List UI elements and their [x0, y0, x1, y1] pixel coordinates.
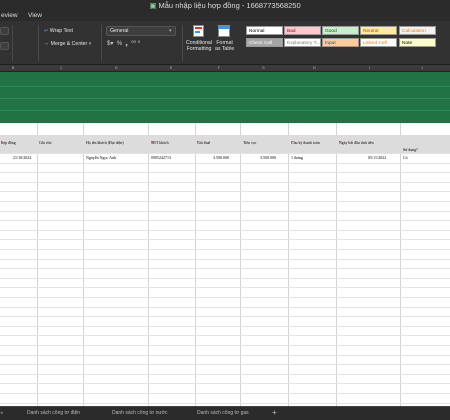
cell-style-good[interactable]: Good [322, 26, 359, 35]
header-banner [0, 72, 450, 123]
cell-style-calculation[interactable]: Calculation [399, 26, 436, 35]
cell-style-bad[interactable]: Bad [284, 26, 321, 35]
sheet-tab-bar: ◂ Danh sách công tơ điện Danh sách công … [0, 406, 450, 420]
column-headers: B C D E F G H I J [0, 65, 450, 72]
format-as-table-button[interactable]: Format as Table [214, 25, 238, 59]
column-header-c[interactable]: C [60, 65, 63, 72]
cell-deposit[interactable]: 3.500.000 [260, 155, 276, 160]
conditional-formatting-icon [193, 25, 204, 37]
table-icon [218, 25, 230, 37]
indent-icon[interactable] [0, 42, 9, 50]
column-header-b[interactable]: B [12, 65, 14, 72]
number-format-select[interactable]: General ▾ [106, 26, 176, 36]
menu-review[interactable]: eview [1, 12, 18, 19]
column-header-g[interactable]: G [262, 65, 265, 72]
cell-style-neutral[interactable]: Neutral [360, 26, 397, 35]
cell-start-date[interactable]: 05/11/2022 [368, 155, 386, 160]
cell-style-input[interactable]: Input [322, 38, 359, 47]
menu-view[interactable]: View [28, 12, 42, 19]
conditional-formatting-button[interactable]: Conditional Formatting [186, 25, 214, 59]
sheet-tab-water[interactable]: Danh sách công tơ nước [112, 410, 168, 416]
add-sheet-button[interactable]: + [272, 408, 277, 417]
tab-scroll-left[interactable]: ◂ [0, 410, 3, 416]
wrap-text-button[interactable]: ↩ Wrap Text [44, 28, 73, 34]
column-header-d[interactable]: D [115, 65, 118, 72]
cell-customer-name[interactable]: Nguyễn Ngọc Anh [86, 155, 116, 160]
window-title-bar: ▣ Mẫu nhập liệu hợp đồng - 1668773568250 [0, 0, 450, 11]
percent-icon: % [116, 41, 123, 47]
table-header-row: hợp đồng * Ghi chú Họ tên khách (Đại diện… [0, 135, 450, 153]
sheet-grid[interactable] [0, 123, 450, 406]
sheet-tab-gas[interactable]: Danh sách công tơ gas [197, 410, 249, 416]
cell-in-use[interactable]: Có [403, 155, 408, 160]
merge-center-button[interactable]: ⇔ Merge & Center ▾ [44, 41, 91, 47]
column-header-e[interactable]: E [170, 65, 172, 72]
decimal-icons: ⁰⁰ ⁰ [131, 41, 140, 47]
cell-style-normal[interactable]: Normal [246, 26, 283, 35]
cell-style-explanatory-t[interactable]: Explanatory T... [284, 38, 321, 47]
document-icon: ▣ [149, 1, 159, 10]
column-header-i[interactable]: I [369, 65, 370, 72]
cell-rent[interactable]: 3.500.000 [213, 155, 229, 160]
column-header-j[interactable]: J [421, 65, 423, 72]
cell-style-check-cell[interactable]: Check Cell [246, 38, 283, 47]
number-format-buttons[interactable]: $▾ % ❟ ⁰⁰ ⁰ [107, 40, 140, 48]
cell-phone[interactable]: 0905242713 [151, 155, 171, 160]
currency-icon: $▾ [107, 41, 114, 47]
cell-payment-cycle[interactable]: 1 tháng [291, 155, 303, 160]
column-header-h[interactable]: H [313, 65, 316, 72]
comma-icon: ❟ [125, 41, 128, 47]
cell-contract-date[interactable]: 21/10/2022 [13, 155, 31, 160]
column-header-f[interactable]: F [218, 65, 220, 72]
align-icon[interactable] [0, 27, 9, 35]
cell-style-note[interactable]: Note [399, 38, 436, 47]
cell-style-linked-cell[interactable]: Linked Cell [360, 38, 397, 47]
window-title: Mẫu nhập liệu hợp đồng - 1668773568250 [158, 1, 301, 10]
menu-bar: eview View [0, 11, 450, 21]
merge-icon: ⇔ [44, 41, 51, 47]
ribbon: ↩ Wrap Text ⇔ Merge & Center ▾ General ▾… [0, 21, 450, 65]
chevron-down-icon: ▾ [169, 28, 172, 34]
sheet-tab-electric[interactable]: Danh sách công tơ điện [27, 410, 80, 416]
